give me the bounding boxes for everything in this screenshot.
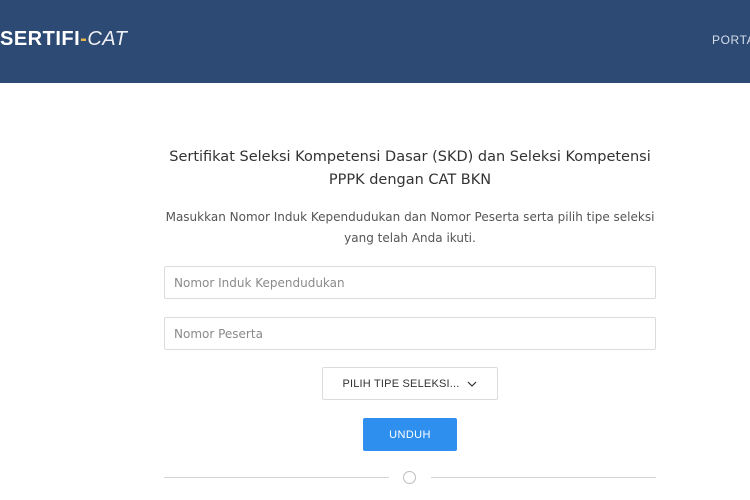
top-navbar: SERTIFI - CAT PORTAL [0, 0, 750, 83]
selection-type-dropdown[interactable]: PILIH TIPE SELEKSI... [322, 367, 498, 400]
chevron-down-icon [466, 378, 478, 390]
selection-type-label: PILIH TIPE SELEKSI... [342, 377, 460, 390]
nik-input[interactable] [164, 266, 656, 299]
nav-link-portal[interactable]: PORTAL [712, 33, 750, 47]
sertifi-cat-logo[interactable]: SERTIFI - CAT [0, 28, 127, 52]
circle-icon [403, 471, 416, 484]
logo-dash: - [80, 28, 88, 50]
logo-main-text: SERTIFI [0, 28, 81, 50]
divider-line-right [431, 477, 656, 478]
nomor-peserta-input[interactable] [164, 317, 656, 350]
page-title: Sertifikat Seleksi Kompetensi Dasar (SKD… [169, 149, 651, 188]
page-instructions: Masukkan Nomor Induk Kependudukan dan No… [165, 210, 655, 245]
divider-line-left [164, 477, 389, 478]
logo-accent-text: CAT [87, 28, 128, 50]
download-button[interactable]: UNDUH [363, 418, 457, 451]
